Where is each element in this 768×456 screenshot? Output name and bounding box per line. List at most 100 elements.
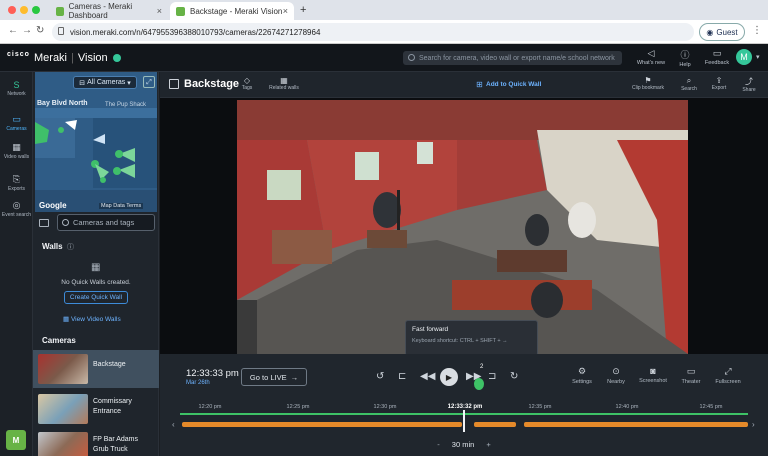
motion-events-bar[interactable] [474,422,516,427]
camera-list-item[interactable]: FP Bar Adams Grub Truck [33,428,159,456]
browser-menu-icon[interactable]: ⋮ [752,25,762,36]
nav-item-event-search[interactable]: ◎ Event search [0,200,33,218]
theater-button[interactable]: ▭ Theater [671,366,711,385]
nav-item-network[interactable]: S Network [0,80,33,97]
meraki-logo[interactable]: M [6,430,26,450]
help-button[interactable]: ⓘ Help [674,48,696,68]
camera-thumbnail [38,394,88,424]
next-frame-icon[interactable]: ⊐ [488,371,496,382]
nav-label: Cameras [6,126,27,132]
browser-tab-backstage[interactable]: Backstage - Meraki Vision × [170,2,294,20]
rewind-30-icon[interactable]: ↺ [376,371,384,382]
timeline-tick: 12:30 pm [373,404,397,410]
nav-item-cameras[interactable]: ▭ Cameras [0,114,33,132]
export-icon: ⇪ [715,76,723,85]
play-button[interactable]: ▶ [440,368,458,386]
browser-tab-cameras[interactable]: Cameras - Meraki Dashboard × [50,2,168,20]
zoom-in-button[interactable]: + [486,440,490,449]
walls-heading: Walls [42,242,63,251]
add-to-quick-wall-button[interactable]: Add to Quick Wall [486,81,541,88]
map-street-label: Bay Blvd North [37,100,88,107]
play-icon: ▶ [445,372,453,382]
reload-icon[interactable]: ↻ [36,25,44,36]
camera-video-feed[interactable] [237,100,688,354]
video-wall-icon: ▦ [12,142,21,152]
toggle-sidebar-icon[interactable] [39,219,49,227]
search-icon [62,219,69,226]
camera-list-item[interactable]: Backstage [33,350,159,388]
camera-title: Backstage [184,78,240,90]
feedback-label: Feedback [704,60,730,66]
rewind-icon[interactable]: ◀◀ [420,371,435,382]
walls-empty-text: No Quick Walls created. [61,279,131,286]
global-search-input[interactable]: Search for camera, video wall or export … [403,51,622,65]
app-header: cisco Meraki | Vision Search for camera, v… [0,44,768,72]
previous-frame-icon[interactable]: ⊏ [398,371,406,382]
help-label: Help [679,62,691,68]
screenshot-button[interactable]: ◙ Screenshot [633,366,673,384]
camera-search-input[interactable]: Cameras and tags [57,214,155,231]
motion-events-bar[interactable] [182,422,462,427]
avatar[interactable]: M [736,49,752,65]
camera-list-item[interactable]: Commissary Entrance [33,390,159,428]
account-chevron-down-icon[interactable]: ▾ [756,53,760,61]
close-tab-icon[interactable]: × [283,6,288,16]
tooltip-title: Fast forward [412,326,449,333]
close-tab-icon[interactable]: × [157,6,162,16]
chevron-down-icon: ▾ [127,79,131,87]
view-video-walls-link[interactable]: ▦ View Video Walls [63,315,121,323]
expand-map-icon[interactable]: ⤢ [143,76,155,88]
camera-thumbnail [38,432,88,456]
fast-forward-tooltip: Fast forward Keyboard shortcut: CTRL + S… [405,320,538,356]
tab-title: Backstage - Meraki Vision [190,6,283,16]
whats-new-button[interactable]: ◁ What's new [634,48,668,66]
close-window-icon[interactable] [8,6,16,14]
related-walls-button[interactable]: ▦ Related walls [264,76,304,91]
export-button[interactable]: ⇪ Export [708,76,730,91]
zoom-out-button[interactable]: - [437,440,440,449]
address-bar-row: ← → ↻ vision.meraki.com/n/64795539638801… [0,20,768,44]
go-to-live-button[interactable]: Go to LIVE → [241,368,307,386]
search-button[interactable]: ⌕ Search [678,76,700,92]
url-field[interactable]: vision.meraki.com/n/647955396388010793/c… [52,23,694,41]
timeline-playhead[interactable] [463,410,465,432]
nav-item-video-walls[interactable]: ▦ Video walls [0,142,33,160]
camera-map[interactable]: ⊟ All Cameras ▾ ⤢ Bay Blvd North The Pup… [35,72,157,212]
maximize-window-icon[interactable] [32,6,40,14]
forward-30-icon[interactable]: ↻ [510,371,518,382]
megaphone-icon: ◁ [647,48,655,58]
feedback-button[interactable]: ▭ Feedback [702,48,732,66]
filter-icon: ⊟ [79,79,86,87]
clip-bookmark-button[interactable]: ⚑ Clip bookmark [626,76,670,91]
timeline-left-arrow-icon[interactable]: ‹ [172,420,175,429]
tags-button[interactable]: ◇ Tags [238,76,256,91]
nearby-button[interactable]: ⊙ Nearby [596,366,636,385]
video-wall-icon: ▦ [63,316,71,323]
date-picker-link[interactable]: Mar 26th [186,380,210,386]
motion-events-bar[interactable] [524,422,748,427]
camera-snapshot-icon: ◙ [650,366,656,376]
sidebar-toggle-icon[interactable] [169,79,179,89]
create-quick-wall-button[interactable]: Create Quick Wall [64,291,128,304]
nearby-label: Nearby [607,379,625,385]
new-tab-icon[interactable]: + [300,4,306,16]
product-dropdown-icon[interactable] [112,54,121,63]
google-logo: Google [39,201,67,210]
back-icon[interactable]: ← [8,25,18,36]
product-brand[interactable]: Meraki | Vision [34,52,121,64]
map-graphic [35,72,157,212]
share-button[interactable]: ⤴ Share [738,76,760,93]
map-data-link[interactable]: Map Data Terms [99,203,144,209]
theater-label: Theater [681,379,701,385]
nav-item-exports[interactable]: ⎘ Exports [0,174,33,192]
walls-info-icon[interactable]: ⓘ [67,242,74,252]
timeline-right-arrow-icon[interactable]: › [752,420,755,429]
all-cameras-filter[interactable]: ⊟ All Cameras ▾ [73,76,137,89]
guest-profile-button[interactable]: ◉ Guest [699,23,745,41]
site-info-icon[interactable] [58,27,64,35]
minimize-window-icon[interactable] [20,6,28,14]
export-label: Export [711,85,727,91]
map-place-label: The Pup Shack [105,102,147,108]
forward-icon[interactable]: → [22,25,32,36]
fullscreen-button[interactable]: ⤢ Fullscreen [708,366,748,385]
